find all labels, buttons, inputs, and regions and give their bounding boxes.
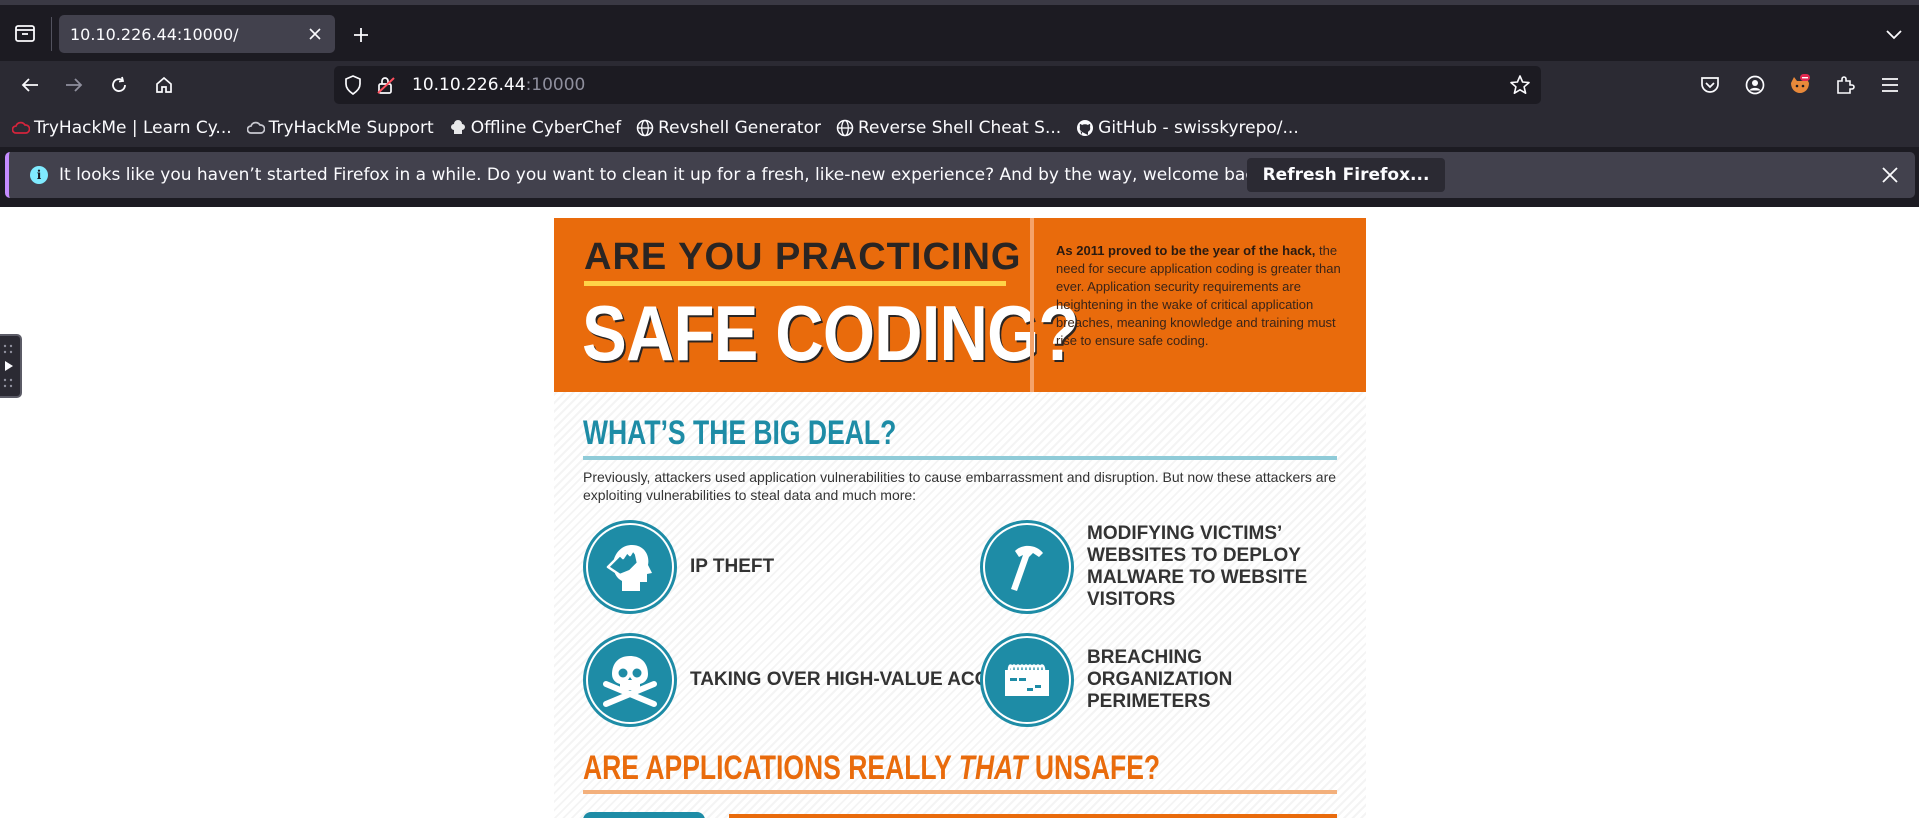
threat-label: BREACHING ORGANIZATION PERIMETERS — [1087, 647, 1233, 712]
title-part: UNSAFE? — [1027, 749, 1161, 787]
bookmark-label: TryHackMe Support — [268, 118, 434, 138]
plus-icon — [354, 28, 368, 42]
teal-box-top — [583, 812, 705, 818]
safe-coding-infographic: ARE YOU PRACTICING SAFE CODING? As 2011 … — [554, 218, 1366, 818]
threat-label: MODIFYING VICTIMS’ WEBSITES TO DEPLOY MA… — [1087, 523, 1308, 610]
home-icon — [156, 76, 172, 93]
reload-button[interactable] — [103, 69, 135, 101]
url-port: :10000 — [525, 75, 586, 95]
poster-header-line1: ARE YOU PRACTICING — [584, 236, 1022, 278]
forward-arrow-icon — [66, 78, 83, 92]
tryhackme-cloud-icon — [12, 119, 30, 137]
play-triangle-icon — [3, 344, 13, 388]
globe-icon — [636, 119, 654, 137]
blurb-bold: As 2011 proved to be the year of the hac… — [1056, 243, 1316, 258]
nav-toolbar: 10.10.226.44:10000 — [0, 61, 1919, 109]
section-rule — [583, 456, 1337, 460]
brick-wall-icon — [980, 633, 1074, 727]
refresh-firefox-button[interactable]: Refresh Firefox... — [1247, 158, 1445, 192]
bookmark-label: Offline CyberChef — [470, 118, 622, 138]
forward-button[interactable] — [58, 69, 90, 101]
threat-item-breaching-perimeters: BREACHING ORGANIZATION PERIMETERS — [980, 633, 1350, 727]
section-title-big-deal: WHAT’S THE BIG DEAL? — [583, 414, 897, 452]
bookmark-revshell-generator[interactable]: Revshell Generator — [636, 118, 821, 138]
notification-message: It looks like you haven’t started Firefo… — [59, 165, 1272, 185]
poster-blurb: As 2011 proved to be the year of the hac… — [1056, 242, 1346, 350]
section-rule — [583, 790, 1337, 794]
tab-title: 10.10.226.44:10000/ — [70, 24, 239, 44]
refresh-firefox-notification: i It looks like you haven’t started Fire… — [5, 152, 1915, 198]
chrome-bottom-edge — [0, 203, 1919, 207]
list-all-tabs-button[interactable] — [1878, 19, 1910, 51]
threat-item-modifying-websites: MODIFYING VICTIMS’ WEBSITES TO DEPLOY MA… — [980, 520, 1350, 614]
bookmark-label: Revshell Generator — [658, 118, 821, 138]
back-button[interactable] — [14, 69, 46, 101]
tab-separator — [51, 17, 52, 51]
threat-label: IP THEFT — [690, 556, 775, 577]
bookmark-label: GitHub - swisskyrepo/... — [1098, 118, 1299, 138]
orange-box-top — [729, 814, 1337, 818]
tab-active[interactable]: 10.10.226.44:10000/ — [59, 15, 335, 53]
account-icon — [1745, 75, 1765, 95]
bookmark-tryhackme[interactable]: TryHackMe | Learn Cy... — [12, 118, 232, 138]
info-icon: i — [30, 166, 48, 184]
tracking-protection-shield-icon[interactable] — [344, 75, 362, 99]
support-cloud-icon — [246, 119, 265, 137]
tab-bar: 10.10.226.44:10000/ — [0, 5, 1919, 61]
chef-hat-icon — [449, 119, 467, 137]
section-intro: Previously, attackers used application v… — [583, 469, 1337, 503]
puzzle-piece-icon — [1837, 76, 1855, 94]
threat-item-ip-theft: IP THEFT — [583, 520, 774, 614]
chevron-down-icon — [1886, 30, 1902, 40]
account-button[interactable] — [1739, 69, 1771, 101]
bookmarks-toolbar: TryHackMe | Learn Cy... TryHackMe Suppor… — [0, 109, 1919, 147]
header-underline — [584, 281, 1006, 286]
browser-chrome: 10.10.226.44:10000/ 10.10.226.44:10000 T… — [0, 0, 1919, 207]
globe-icon — [836, 119, 854, 137]
banner-divider — [1030, 218, 1034, 392]
sidebar-toggle-handle[interactable] — [0, 334, 22, 398]
reload-icon — [112, 76, 126, 92]
close-notification-icon[interactable] — [1879, 164, 1901, 186]
app-menu-button[interactable] — [1874, 69, 1906, 101]
skull-crossbones-icon — [583, 633, 677, 727]
github-icon — [1076, 119, 1094, 137]
home-button[interactable] — [148, 69, 180, 101]
bookmark-reverse-shell-cheat-sheet[interactable]: Reverse Shell Cheat S... — [836, 118, 1061, 138]
insecure-lock-icon[interactable] — [376, 75, 396, 99]
hamburger-menu-icon — [1882, 78, 1898, 92]
new-tab-button[interactable] — [345, 19, 377, 51]
bookmark-star-icon[interactable] — [1509, 74, 1531, 100]
bookmark-label: TryHackMe | Learn Cy... — [34, 118, 232, 138]
firefox-view-icon — [15, 25, 35, 42]
poster-banner: ARE YOU PRACTICING SAFE CODING? As 2011 … — [554, 218, 1366, 392]
poster-header-line2: SAFE CODING? — [582, 289, 1079, 377]
address-bar[interactable]: 10.10.226.44:10000 — [334, 66, 1541, 104]
title-part: ARE APPLICATIONS REALLY — [583, 749, 959, 787]
hammer-icon — [980, 520, 1074, 614]
back-arrow-icon — [21, 78, 38, 92]
section-title-unsafe: ARE APPLICATIONS REALLY THAT UNSAFE? — [583, 749, 1160, 788]
url-text[interactable]: 10.10.226.44:10000 — [412, 75, 585, 95]
blurb-text: the need for secure application coding i… — [1056, 243, 1341, 348]
bookmark-github-swisskyrepo[interactable]: GitHub - swisskyrepo/... — [1076, 118, 1299, 138]
extensions-button[interactable] — [1829, 69, 1861, 101]
firefox-view-button[interactable] — [8, 17, 42, 49]
head-hand-icon — [583, 520, 677, 614]
title-emphasis: THAT — [958, 749, 1028, 787]
bookmark-label: Reverse Shell Cheat S... — [857, 118, 1062, 138]
fox-extension-icon — [1791, 74, 1810, 93]
pocket-button[interactable] — [1694, 69, 1726, 101]
bookmark-cyberchef[interactable]: Offline CyberChef — [449, 118, 621, 138]
bookmark-tryhackme-support[interactable]: TryHackMe Support — [246, 118, 434, 138]
extension-foxyproxy-button[interactable] — [1784, 69, 1816, 101]
pocket-icon — [1701, 77, 1719, 93]
url-host: 10.10.226.44 — [412, 75, 526, 95]
tab-close-icon[interactable] — [305, 24, 325, 44]
